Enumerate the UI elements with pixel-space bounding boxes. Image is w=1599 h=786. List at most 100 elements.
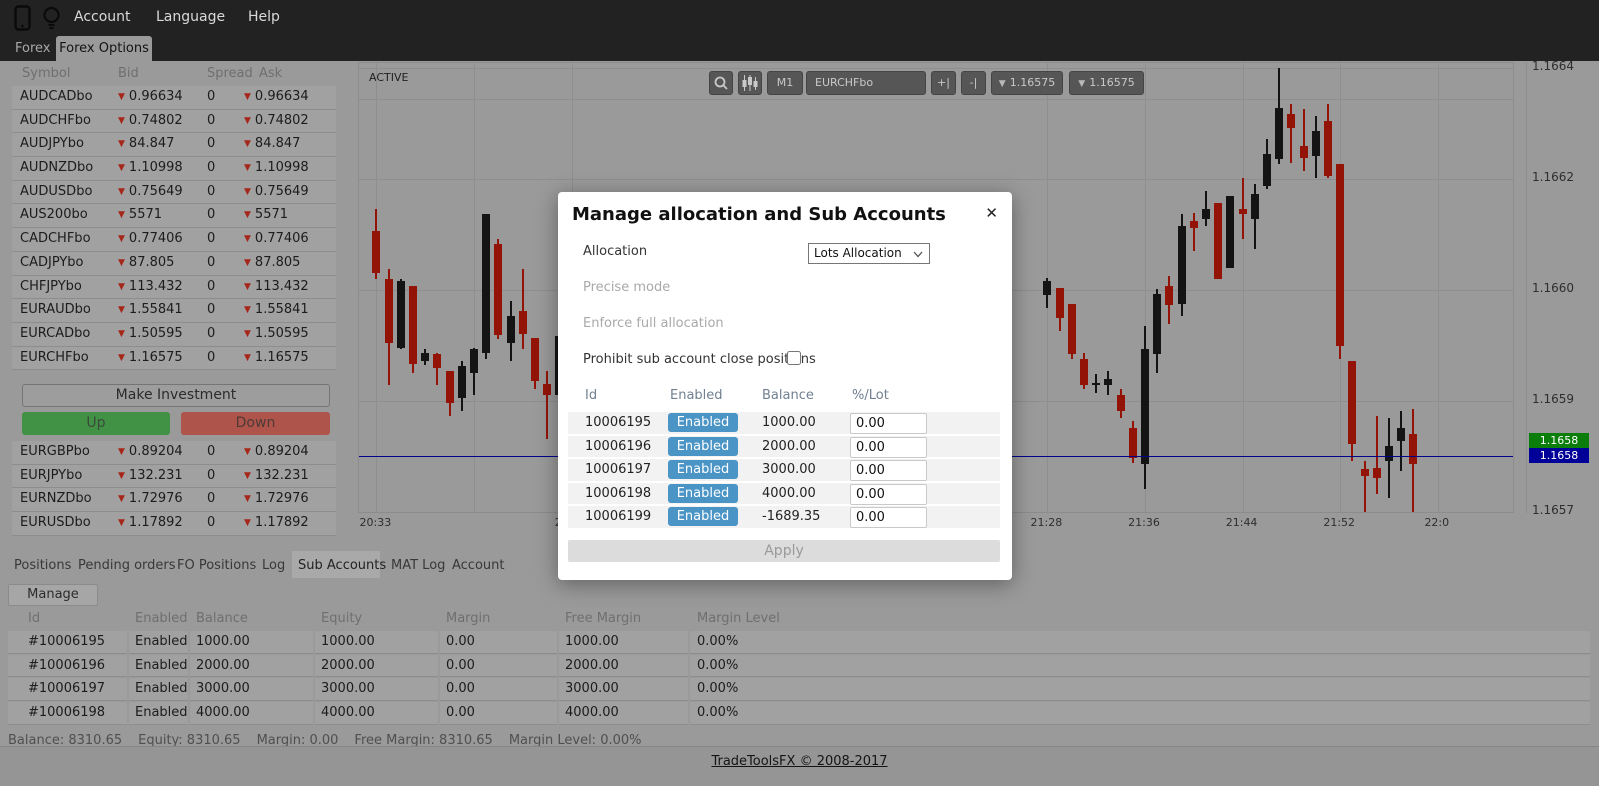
symbol-cell: EURNZDbo xyxy=(12,488,115,512)
spread-cell: 0 xyxy=(202,228,238,252)
watchlist-row[interactable]: EURGBPbo▼0.892040▼0.89204 xyxy=(8,441,336,465)
account-cell: 4000.00 xyxy=(559,702,688,725)
tab-forex[interactable]: Forex xyxy=(15,41,51,56)
phone-icon[interactable] xyxy=(14,5,32,36)
bid-price-badge: 1.1658 xyxy=(1529,448,1589,463)
watchlist-row[interactable]: EURUSDbo▼1.178920▼1.17892 xyxy=(8,512,336,536)
watchlist-row[interactable]: AUDJPYbo▼84.8470▼84.847 xyxy=(8,133,336,157)
chart-zoom-button[interactable] xyxy=(709,71,733,95)
price-value: 0.89204 xyxy=(129,444,183,459)
watchlist-row[interactable]: CADJPYbo▼87.8050▼87.805 xyxy=(8,252,336,276)
watchlist-row[interactable]: EURNZDbo▼1.729760▼1.72976 xyxy=(8,488,336,512)
per-lot-input[interactable] xyxy=(850,460,927,481)
accounts-col-header: Balance xyxy=(196,611,248,626)
per-lot-input[interactable] xyxy=(850,413,927,434)
account-cell: 3000.00 xyxy=(315,678,438,701)
time-tick-label: 21:44 xyxy=(1220,516,1264,529)
down-button[interactable]: Down xyxy=(181,412,330,435)
bottom-tab-pending-orders[interactable]: Pending orders xyxy=(78,558,176,573)
watchlist-row[interactable]: CHFJPYbo▼113.4320▼113.432 xyxy=(8,276,336,300)
candle-wick xyxy=(1193,213,1195,251)
enabled-toggle-button[interactable]: Enabled xyxy=(668,460,738,479)
make-investment-button[interactable]: Make Investment xyxy=(22,384,330,407)
bottom-tab-mat-log[interactable]: MAT Log xyxy=(391,558,445,573)
subaccount-row: 10006198Enabled4000.00 xyxy=(568,483,1000,505)
price-gridline xyxy=(359,68,1514,69)
watchlist-row[interactable]: AUDNZDbo▼1.109980▼1.10998 xyxy=(8,157,336,181)
up-button[interactable]: Up xyxy=(22,412,170,435)
buy-price-button[interactable]: ▼1.16575 xyxy=(1069,71,1144,95)
ask-cell: ▼87.805 xyxy=(238,252,336,276)
down-triangle-icon: ▼ xyxy=(244,116,251,126)
chart-symbol-button[interactable]: EURCHFbo xyxy=(806,71,926,95)
per-lot-input[interactable] xyxy=(850,507,927,528)
chart-tab-active[interactable]: ACTIVE xyxy=(369,71,408,84)
ask-cell: ▼0.96634 xyxy=(238,86,336,110)
watchlist-row[interactable]: AUDCHFbo▼0.748020▼0.74802 xyxy=(8,110,336,134)
tab-forex-options[interactable]: Forex Options xyxy=(56,36,152,61)
subaccount-id: 10006198 xyxy=(585,486,651,501)
watchlist-col-bid: Bid xyxy=(118,66,139,81)
spread-cell: 0 xyxy=(202,465,238,489)
account-cell: 3000.00 xyxy=(559,678,688,701)
enabled-toggle-button[interactable]: Enabled xyxy=(668,484,738,503)
price-tick-label: 1.1664 xyxy=(1532,59,1574,73)
price-value: 1.72976 xyxy=(255,491,309,506)
chart-zoom-in-button[interactable]: +| xyxy=(931,71,956,95)
subaccount-row: 10006196Enabled2000.00 xyxy=(568,436,1000,458)
enabled-toggle-button[interactable]: Enabled xyxy=(668,413,738,432)
price-axis-line xyxy=(1526,62,1527,513)
enforce-full-allocation-label: Enforce full allocation xyxy=(583,316,724,331)
bear-candle xyxy=(1239,209,1247,214)
candlesticks-icon xyxy=(741,82,759,95)
allocation-select[interactable]: Lots Allocation xyxy=(808,243,930,264)
subaccount-row: 10006197Enabled3000.00 xyxy=(568,459,1000,481)
price-value: 87.805 xyxy=(255,255,301,270)
bottom-tab-log[interactable]: Log xyxy=(262,558,285,573)
lightbulb-icon[interactable] xyxy=(42,5,61,36)
down-triangle-icon: ▼ xyxy=(118,210,125,220)
chart-zoom-out-button[interactable]: -| xyxy=(961,71,986,95)
close-icon[interactable]: ✕ xyxy=(985,204,998,222)
bear-candle xyxy=(1214,203,1222,279)
price-value: 1.72976 xyxy=(129,491,183,506)
price-value: 0.96634 xyxy=(129,89,183,104)
symbol-cell: AUDCADbo xyxy=(12,86,115,110)
watchlist-row[interactable]: EURAUDbo▼1.558410▼1.55841 xyxy=(8,299,336,323)
accounts-col-header: Margin xyxy=(446,611,490,626)
watchlist-row[interactable]: AUS200bo▼55710▼5571 xyxy=(8,204,336,228)
manage-button[interactable]: Manage xyxy=(8,584,98,606)
enabled-toggle-button[interactable]: Enabled xyxy=(668,507,738,526)
menu-item-account[interactable]: Account xyxy=(74,9,131,25)
per-lot-input[interactable] xyxy=(850,437,927,458)
per-lot-input[interactable] xyxy=(850,484,927,505)
watchlist-row[interactable]: EURJPYbo▼132.2310▼132.231 xyxy=(8,465,336,489)
time-tick-label: 20:33 xyxy=(353,516,397,529)
bull-candle xyxy=(507,316,515,344)
enabled-toggle-button[interactable]: Enabled xyxy=(668,437,738,456)
price-value: 87.805 xyxy=(129,255,175,270)
ask-cell: ▼84.847 xyxy=(238,133,336,157)
menu-item-language[interactable]: Language xyxy=(156,9,225,25)
watchlist-row[interactable]: AUDUSDbo▼0.756490▼0.75649 xyxy=(8,181,336,205)
watchlist-row[interactable]: AUDCADbo▼0.966340▼0.96634 xyxy=(8,86,336,110)
menu-item-help[interactable]: Help xyxy=(248,9,280,25)
apply-button[interactable]: Apply xyxy=(568,540,1000,562)
account-cell: Enabled xyxy=(129,631,188,654)
price-value: 1.16575 xyxy=(255,350,309,365)
prohibit-close-checkbox[interactable] xyxy=(787,351,801,365)
price-value: 1.10998 xyxy=(255,160,309,175)
bottom-tab-fo-positions[interactable]: FO Positions xyxy=(177,558,256,573)
tradetoolsfx-link[interactable]: TradeToolsFX © 2008-2017 xyxy=(711,754,887,769)
watchlist-row[interactable]: CADCHFbo▼0.774060▼0.77406 xyxy=(8,228,336,252)
chart-type-button[interactable] xyxy=(738,71,762,95)
watchlist-row[interactable]: EURCHFbo▼1.165750▼1.16575 xyxy=(8,347,336,371)
sell-price-button[interactable]: ▼1.16575 xyxy=(991,71,1063,95)
timeframe-button[interactable]: M1 xyxy=(767,71,803,95)
bottom-tab-positions[interactable]: Positions xyxy=(14,558,71,573)
bottom-tab-sub-accounts[interactable]: Sub Accounts xyxy=(298,558,386,573)
account-cell: #10006196 xyxy=(8,655,127,678)
ask-cell: ▼0.75649 xyxy=(238,181,336,205)
bottom-tab-account[interactable]: Account xyxy=(452,558,505,573)
watchlist-row[interactable]: EURCADbo▼1.505950▼1.50595 xyxy=(8,323,336,347)
